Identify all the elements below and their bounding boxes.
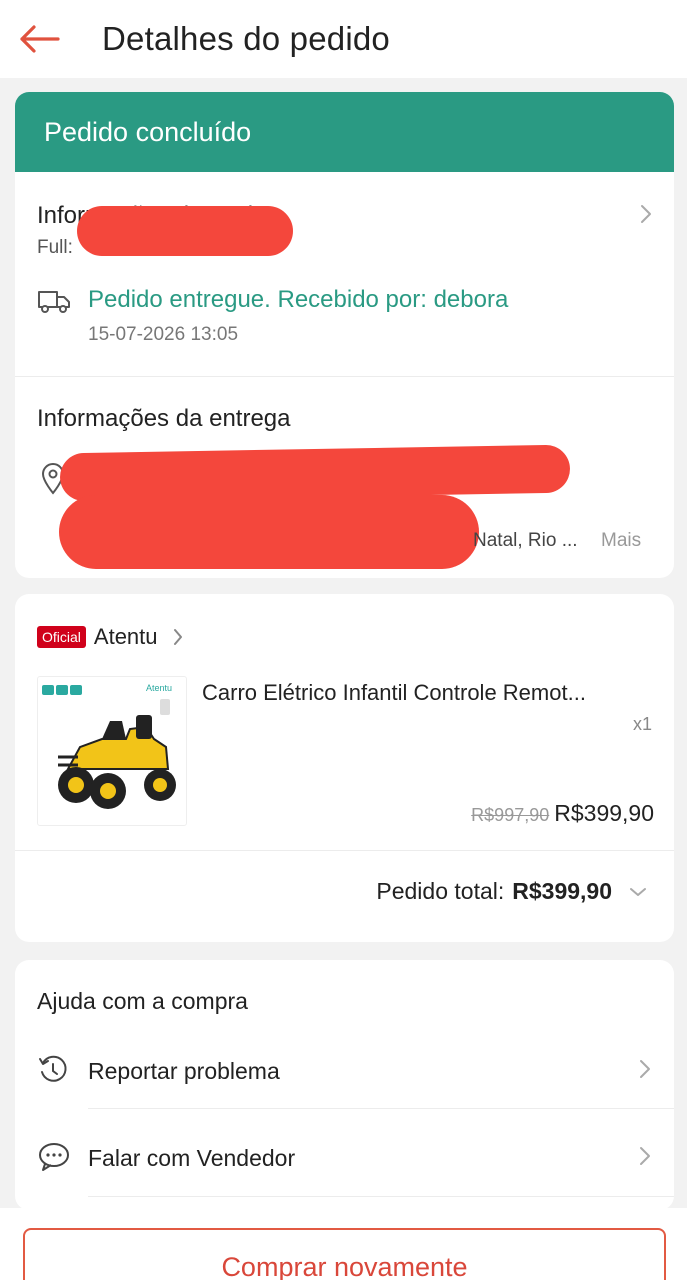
original-price: R$997,90 (471, 805, 550, 825)
shipping-info-section[interactable]: Informações do envio Full: Pedido entreg… (15, 172, 674, 377)
delivery-timestamp: 15-07-2026 13:05 (88, 324, 239, 345)
shop-name: Atentu (93, 624, 158, 649)
chevron-right-icon (634, 202, 658, 226)
redaction-mark (59, 495, 479, 569)
product-card: Oficial Atentu Atentu Carro Elétrico Inf… (15, 594, 674, 942)
help-item-label: Falar com Vendedor (88, 1145, 296, 1171)
divider (88, 1196, 674, 1197)
chevron-right-icon (640, 1147, 650, 1165)
redaction-mark (59, 444, 571, 502)
chat-with-seller-item[interactable]: Falar com Vendedor (15, 1117, 674, 1197)
help-item-label: Reportar problema (88, 1058, 280, 1084)
official-badge: Oficial (37, 626, 86, 648)
sale-price: R$399,90 (554, 800, 654, 826)
divider (15, 850, 674, 851)
order-total-row[interactable]: Pedido total: R$399,90 (376, 878, 648, 905)
chevron-down-icon (628, 886, 648, 898)
thumb-brand: Atentu (146, 683, 172, 693)
truck-icon (38, 291, 70, 313)
shop-header[interactable]: Oficial Atentu (37, 622, 184, 652)
order-details-page: Detalhes do pedido Pedido concluído Info… (0, 0, 687, 1280)
purchase-help-card: Ajuda com a compra Reportar problema Fal… (15, 960, 674, 1210)
product-quantity: x1 (632, 714, 652, 734)
delivery-address-text: Natal, Rio ... (473, 530, 578, 551)
delivery-info-title: Informações da entrega (37, 405, 291, 432)
redaction-mark (77, 206, 293, 256)
delivery-info-section: Informações da entrega Natal, Rio ... Ma… (15, 377, 674, 578)
chevron-right-icon (640, 1060, 650, 1078)
purchase-help-title: Ajuda com a compra (37, 988, 248, 1014)
product-name[interactable]: Carro Elétrico Infantil Controle Remot..… (202, 680, 586, 706)
delivery-status-text: Pedido entregue. Recebido por: debora (88, 286, 509, 313)
product-thumbnail[interactable]: Atentu (37, 676, 187, 826)
report-problem-item[interactable]: Reportar problema (15, 1030, 674, 1110)
order-total-value: R$399,90 (512, 878, 612, 904)
price-row: R$997,90 R$399,90 (471, 800, 654, 827)
bottom-action-bar: Comprar novamente (0, 1208, 687, 1280)
ride-on-atv-image: Atentu (42, 683, 176, 809)
chat-bubbles-icon (39, 1143, 69, 1171)
arrow-left-icon (20, 25, 60, 53)
chevron-right-icon (172, 627, 184, 647)
buy-again-button[interactable]: Comprar novamente (23, 1228, 666, 1280)
back-button[interactable] (18, 11, 80, 67)
order-total-label: Pedido total: (376, 878, 505, 904)
status-label: Pedido concluído (44, 116, 252, 147)
recipient-name-prefix: Full: (37, 237, 73, 258)
divider (88, 1108, 674, 1109)
status-banner: Pedido concluído (15, 92, 674, 172)
top-bar: Detalhes do pedido (0, 0, 687, 78)
page-title: Detalhes do pedido (102, 20, 390, 57)
more-link[interactable]: Mais (601, 530, 641, 552)
order-status-card: Pedido concluído Informações do envio Fu… (15, 92, 674, 578)
report-problem-icon (39, 1055, 67, 1082)
